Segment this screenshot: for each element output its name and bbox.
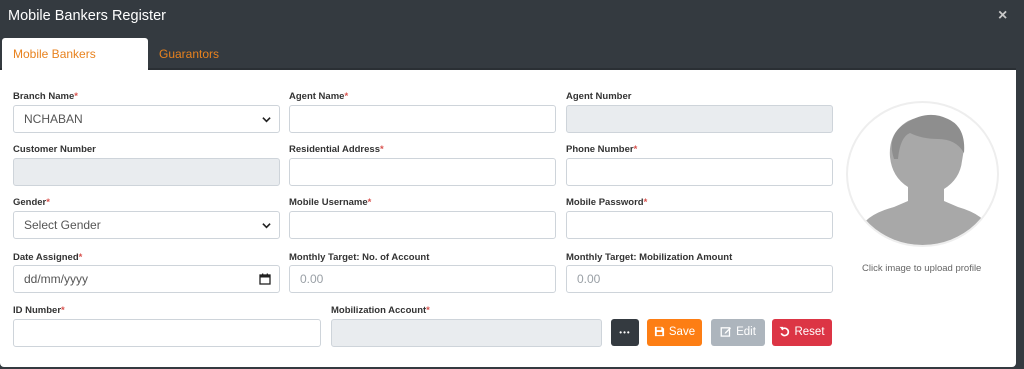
calendar-icon[interactable]	[259, 273, 271, 285]
chevron-down-icon	[262, 223, 271, 229]
gender-label: Gender*	[13, 197, 50, 208]
profile-upload-caption: Click image to upload profile	[862, 263, 982, 274]
monthly-target-amount-placeholder: 0.00	[577, 272, 601, 286]
modal-title: Mobile Bankers Register	[8, 8, 166, 24]
lookup-account-button[interactable]: •••	[611, 319, 639, 346]
residential-address-input[interactable]	[289, 158, 556, 186]
date-assigned-input[interactable]: dd/mm/yyyy	[13, 265, 280, 293]
monthly-target-amount-label: Monthly Target: Mobilization Amount	[566, 252, 733, 263]
agent-number-label: Agent Number	[566, 91, 632, 102]
agent-name-input[interactable]	[289, 105, 556, 133]
tab-bar: Mobile Bankers Register Guarantors	[0, 34, 1016, 93]
undo-icon	[779, 326, 790, 337]
id-number-label: ID Number*	[13, 305, 65, 316]
reset-button[interactable]: Reset	[772, 319, 832, 346]
mobilization-account-label: Mobilization Account*	[331, 305, 430, 316]
monthly-target-accounts-placeholder: 0.00	[300, 272, 324, 286]
customer-number-input	[13, 158, 280, 186]
mobile-username-input[interactable]	[289, 211, 556, 239]
edit-button[interactable]: Edit	[711, 319, 765, 346]
gender-value: Select Gender	[24, 218, 101, 232]
tab-guarantors[interactable]: Guarantors	[148, 38, 230, 70]
edit-button-label: Edit	[736, 326, 756, 338]
agent-number-input	[566, 105, 833, 133]
save-button-label: Save	[668, 326, 696, 338]
id-number-input[interactable]	[13, 319, 321, 347]
monthly-target-accounts-input[interactable]: 0.00	[289, 265, 556, 293]
user-placeholder-icon	[858, 114, 992, 245]
profile-image-upload[interactable]	[846, 101, 999, 247]
floppy-disk-icon	[654, 326, 664, 337]
close-icon[interactable]: ×	[998, 8, 1012, 24]
branch-name-value: NCHABAN	[24, 112, 83, 126]
branch-name-select[interactable]: NCHABAN	[13, 105, 280, 133]
gender-select[interactable]: Select Gender	[13, 211, 280, 239]
date-assigned-value: dd/mm/yyyy	[24, 272, 89, 286]
edit-pencil-icon	[720, 327, 732, 337]
mobile-username-label: Mobile Username*	[289, 197, 372, 208]
mobilization-account-input	[331, 319, 602, 347]
mobile-password-label: Mobile Password*	[566, 197, 648, 208]
phone-number-input[interactable]	[566, 158, 833, 186]
monthly-target-amount-input[interactable]: 0.00	[566, 265, 833, 293]
customer-number-label: Customer Number	[13, 144, 96, 155]
save-button[interactable]: Save	[647, 319, 702, 346]
reset-button-label: Reset	[794, 326, 825, 338]
mobile-password-input[interactable]	[566, 211, 833, 239]
modal-dialog: Mobile Bankers Register × Mobile Bankers…	[0, 0, 1024, 369]
date-assigned-label: Date Assigned*	[13, 252, 83, 263]
monthly-target-accounts-label: Monthly Target: No. of Account	[289, 252, 430, 263]
chevron-down-icon	[262, 117, 271, 123]
residential-address-label: Residential Address*	[289, 144, 384, 155]
branch-name-label: Branch Name*	[13, 91, 78, 102]
modal-header: Mobile Bankers Register ×	[0, 0, 1024, 34]
tab-mobile-bankers-register[interactable]: Mobile Bankers Register	[2, 38, 148, 93]
agent-name-label: Agent Name*	[289, 91, 349, 102]
more-dots-icon: •••	[619, 328, 631, 337]
phone-number-label: Phone Number*	[566, 144, 638, 155]
modal-scroll-edge	[1016, 34, 1024, 369]
